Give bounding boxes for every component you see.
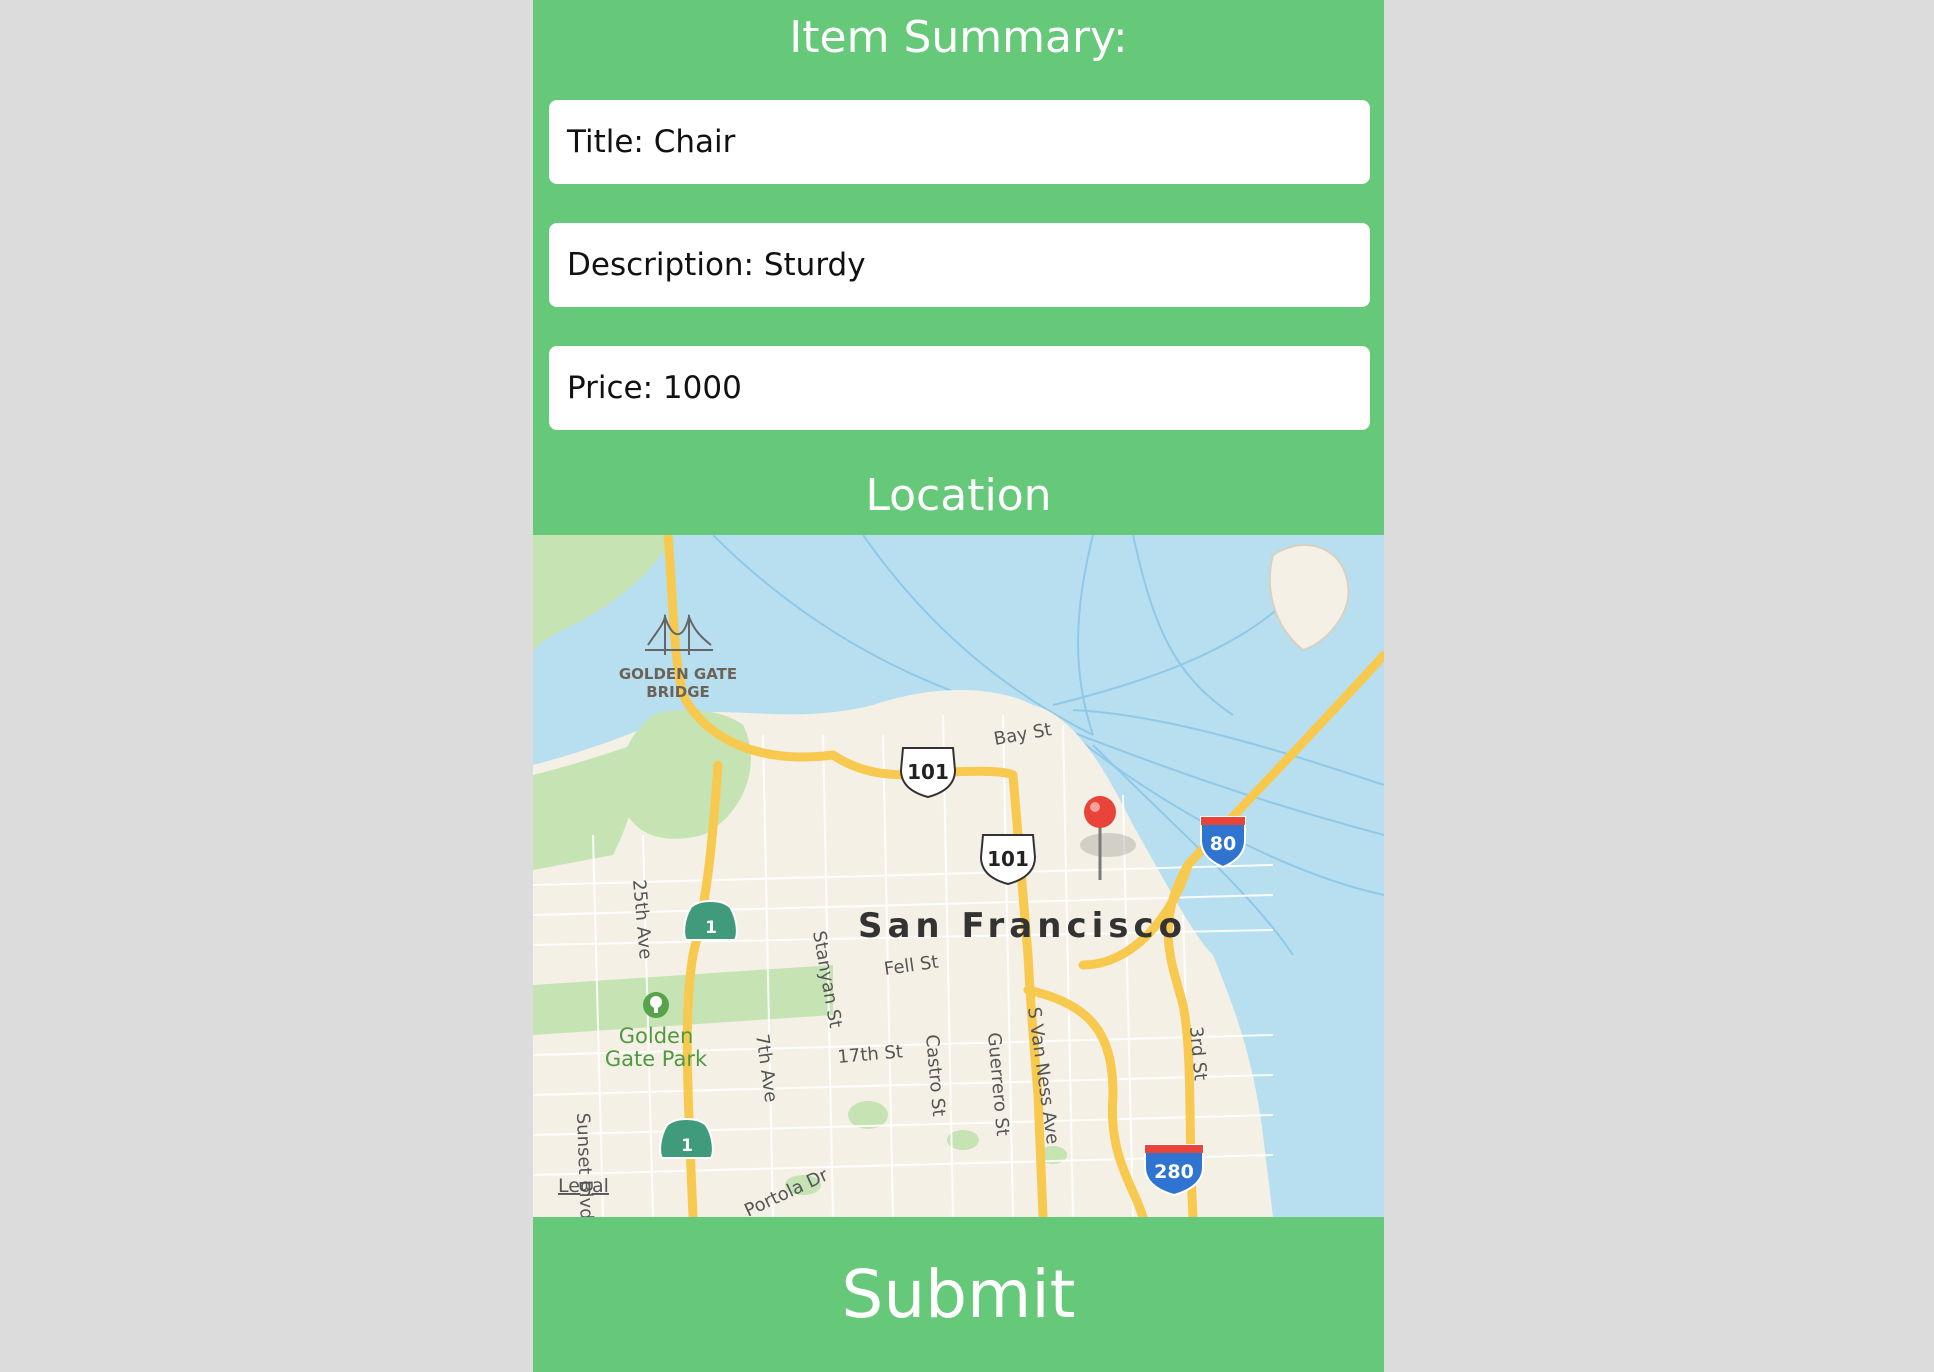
location-map[interactable]: 101 101 80 280 1 1 GOLDEN GATE BRIDGE Go… [533,535,1384,1217]
landmark-label-line1: GOLDEN GATE [619,665,737,683]
title-text: Title: Chair [567,124,736,160]
svg-text:101: 101 [987,847,1029,871]
location-heading: Location [865,470,1052,521]
svg-text:101: 101 [907,760,949,784]
description-field[interactable]: Description: Sturdy [549,223,1370,307]
title-field[interactable]: Title: Chair [549,100,1370,184]
legal-link[interactable]: Legal [558,1175,609,1197]
tree-icon [643,992,669,1018]
street-label-sunset-blvd: Sunset Blvd [572,1112,597,1217]
ca1-shield-a-icon: 1 [683,900,738,941]
landmark-label-line2: BRIDGE [646,683,710,701]
price-text: Price: 1000 [567,370,742,406]
park-label-line1: Golden [619,1024,694,1048]
city-label: San Francisco [858,906,1187,946]
svg-text:80: 80 [1210,833,1236,855]
svg-text:280: 280 [1154,1161,1194,1183]
item-summary-screen: Item Summary: Title: Chair Description: … [533,0,1384,1372]
price-field[interactable]: Price: 1000 [549,346,1370,430]
svg-text:1: 1 [705,918,717,938]
submit-button[interactable]: Submit [533,1217,1384,1372]
description-text: Description: Sturdy [567,247,866,283]
map-canvas[interactable]: 101 101 80 280 1 1 GOLDEN GATE BRIDGE Go… [533,535,1384,1217]
summary-heading: Item Summary: [789,12,1128,63]
svg-text:1: 1 [681,1136,693,1156]
ca1-shield-b-icon: 1 [659,1118,714,1159]
park-label-line2: Gate Park [605,1047,708,1071]
